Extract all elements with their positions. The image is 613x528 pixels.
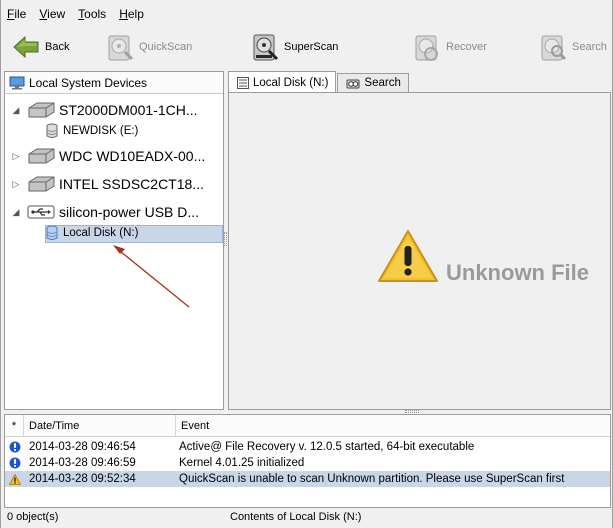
search-icon <box>541 35 567 61</box>
tab-local-disk[interactable]: Local Disk (N:) <box>228 71 337 93</box>
log-row-selected[interactable]: 2014-03-28 09:52:34 QuickScan is unable … <box>5 471 610 487</box>
expanded-arrow-icon[interactable]: ◢ <box>11 105 21 116</box>
recover-icon <box>415 35 438 61</box>
log-col-star[interactable]: * <box>5 415 24 436</box>
warning-icon <box>378 230 438 282</box>
toolbar: Back QuickScan SuperScan Recover Search <box>1 26 612 68</box>
back-button[interactable]: Back <box>11 29 69 65</box>
list-icon <box>237 76 249 89</box>
tree-device-intel[interactable]: ▷ INTEL SSDSC2CT18... <box>11 172 204 196</box>
quickscan-icon <box>108 35 134 61</box>
volume-icon <box>46 225 58 240</box>
log-col-event[interactable]: Event <box>176 415 209 436</box>
device-tree-header: Local System Devices <box>5 72 223 94</box>
quickscan-button[interactable]: QuickScan <box>105 29 192 65</box>
recover-button[interactable]: Recover <box>412 29 487 65</box>
superscan-button[interactable]: SuperScan <box>250 29 338 65</box>
horizontal-splitter-grip[interactable] <box>405 410 419 413</box>
collapsed-arrow-icon[interactable]: ▷ <box>11 151 21 162</box>
unknown-file-message: Unknown File <box>446 260 589 285</box>
info-icon <box>9 457 20 469</box>
device-tree-panel: Local System Devices ◢ ST2000DM001-1CH..… <box>4 71 224 410</box>
search-tab-icon <box>346 79 360 89</box>
app-window: File View Tools Help Back QuickScan Supe… <box>0 0 613 528</box>
tree-volume-local-disk-n[interactable]: Local Disk (N:) <box>45 223 138 243</box>
status-contents: Contents of Local Disk (N:) <box>230 511 362 523</box>
computer-icon <box>9 76 25 89</box>
splitter-grip[interactable] <box>224 232 227 246</box>
tree-device-wdc[interactable]: ▷ WDC WD10EADX-00... <box>11 144 206 168</box>
hard-drive-icon <box>28 176 55 192</box>
content-panel: Unknown File <box>228 92 611 410</box>
log-row[interactable]: 2014-03-28 09:46:59 Kernel 4.01.25 initi… <box>5 455 610 471</box>
search-button[interactable]: Search <box>538 29 607 65</box>
event-log-panel: * Date/Time Event 2014-03-28 09:46:54 Ac… <box>4 414 611 508</box>
log-col-date[interactable]: Date/Time <box>24 415 176 436</box>
log-row[interactable]: 2014-03-28 09:46:54 Active@ File Recover… <box>5 439 610 455</box>
menu-tools[interactable]: Tools <box>78 7 106 21</box>
tree-device-usb[interactable]: ◢ silicon-power USB D... <box>11 200 200 224</box>
tree-volume-newdisk[interactable]: NEWDISK (E:) <box>45 121 138 141</box>
back-arrow-icon <box>13 35 39 59</box>
hard-drive-icon <box>28 148 55 164</box>
volume-icon <box>46 123 58 138</box>
menu-bar: File View Tools Help <box>1 4 612 24</box>
usb-icon <box>27 205 55 219</box>
tab-bar: Local Disk (N:) Search <box>228 71 410 93</box>
log-header: * Date/Time Event <box>5 415 610 437</box>
status-bar: 0 object(s) Contents of Local Disk (N:) <box>1 508 612 528</box>
info-icon <box>9 441 20 453</box>
menu-view[interactable]: View <box>39 7 65 21</box>
collapsed-arrow-icon[interactable]: ▷ <box>11 179 21 190</box>
tab-search[interactable]: Search <box>337 73 409 92</box>
hard-drive-icon <box>28 102 55 118</box>
expanded-arrow-icon[interactable]: ◢ <box>11 207 21 218</box>
superscan-icon <box>253 34 279 61</box>
menu-file[interactable]: File <box>7 7 26 21</box>
tree-device-st2000[interactable]: ◢ ST2000DM001-1CH... <box>11 98 198 122</box>
warning-small-icon <box>8 473 21 485</box>
menu-help[interactable]: Help <box>119 7 144 21</box>
status-object-count: 0 object(s) <box>7 511 59 523</box>
